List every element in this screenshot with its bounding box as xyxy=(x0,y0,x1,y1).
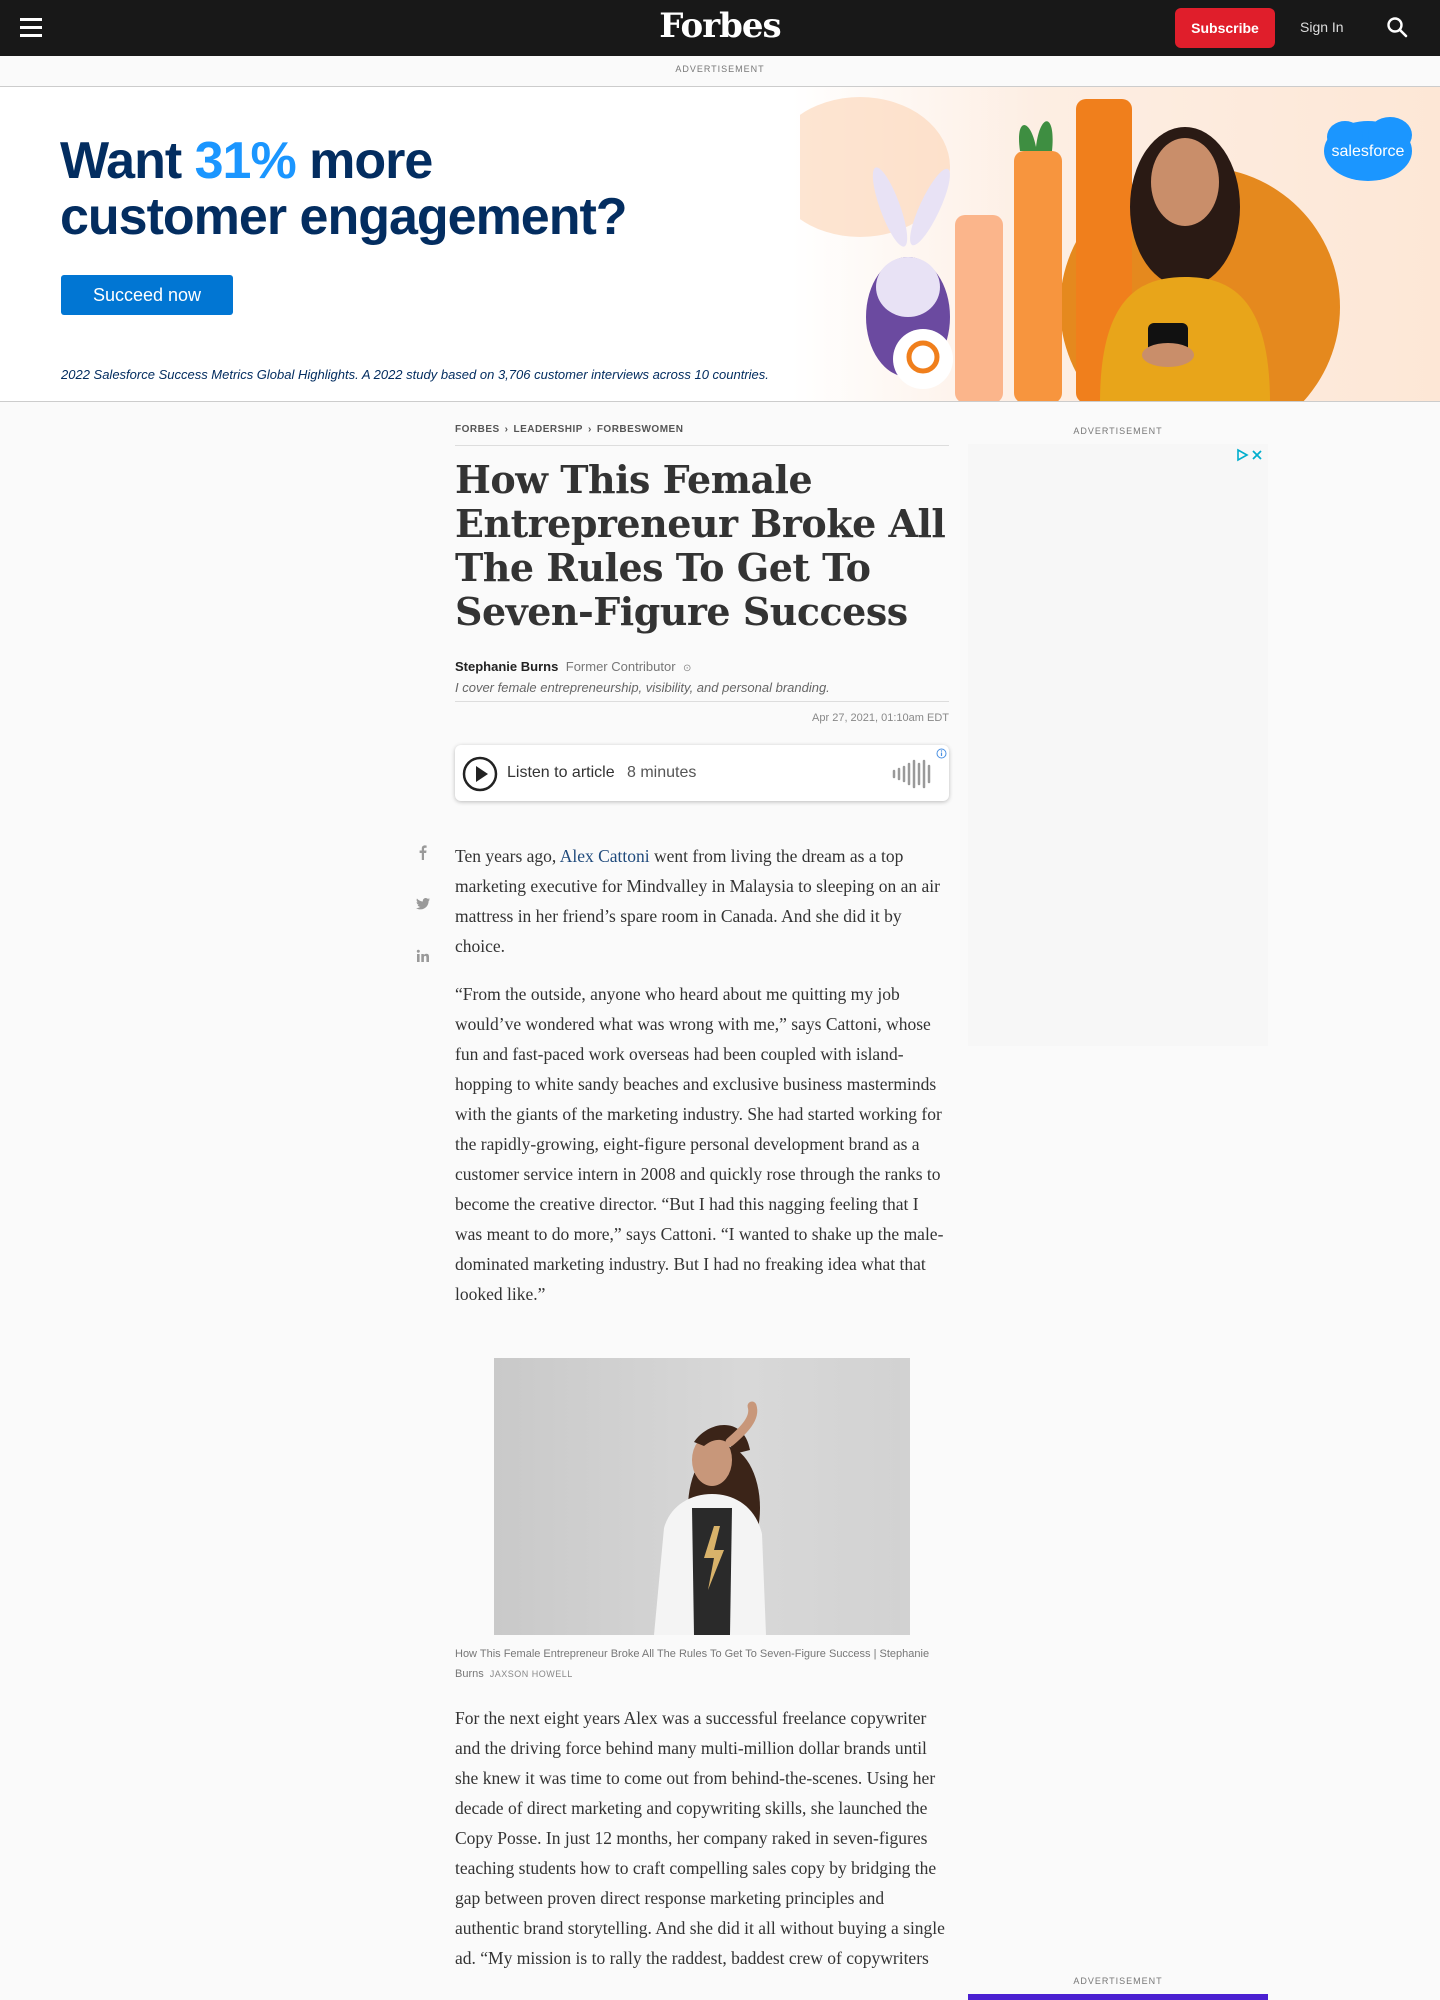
info-icon[interactable] xyxy=(936,748,947,759)
alex-cattoni-link[interactable]: Alex Cattoni xyxy=(560,846,650,866)
search-icon[interactable] xyxy=(1386,16,1408,38)
photo-caption: How This Female Entrepreneur Broke All T… xyxy=(455,1648,930,1680)
linkedin-icon[interactable] xyxy=(416,948,430,964)
article-paragraph: “From the outside, anyone who heard abou… xyxy=(455,984,944,1304)
listen-duration: 8 minutes xyxy=(627,764,697,781)
top-nav: Forbes Subscribe Sign In xyxy=(0,0,1440,56)
adchoices-icon[interactable] xyxy=(1236,448,1264,462)
breadcrumb-forbes[interactable]: FORBES xyxy=(455,424,500,435)
article-paragraph: Ten years ago, Alex Cattoni went from li… xyxy=(455,846,940,956)
banner-headline: Want 31% more customer engagement? xyxy=(60,132,628,246)
author-block: Stephanie Burns Former Contributor ⊙ I c… xyxy=(455,658,949,702)
author-bio: I cover female entrepreneurship, visibil… xyxy=(455,680,949,702)
photo-credit: JAXSON HOWELL xyxy=(489,1669,573,1679)
banner-ad[interactable]: Want 31% more customer engagement? Succe… xyxy=(0,86,1440,402)
author-name[interactable]: Stephanie Burns xyxy=(455,659,558,674)
subscribe-button[interactable]: Subscribe xyxy=(1175,8,1275,48)
twitter-icon[interactable] xyxy=(416,896,430,912)
publish-date: Apr 27, 2021, 01:10am EDT xyxy=(812,712,949,724)
succeed-now-button[interactable]: Succeed now xyxy=(61,275,233,315)
chevron-right-icon: › xyxy=(504,424,509,435)
author-role: Former Contributor xyxy=(565,659,676,674)
article-title: How This Female Entrepreneur Broke All T… xyxy=(455,457,946,634)
play-icon[interactable] xyxy=(461,755,499,793)
info-icon[interactable]: ⊙ xyxy=(683,663,691,674)
breadcrumb: FORBES › LEADERSHIP › FORBESWOMEN xyxy=(455,424,949,446)
breadcrumb-leadership[interactable]: LEADERSHIP xyxy=(514,424,583,435)
advertisement-label: ADVERTISEMENT xyxy=(675,64,765,74)
article-paragraph: For the next eight years Alex was a succ… xyxy=(455,1708,945,1968)
facebook-icon[interactable] xyxy=(416,844,430,860)
chevron-right-icon: › xyxy=(587,424,592,435)
breadcrumb-forbeswomen[interactable]: FORBESWOMEN xyxy=(597,424,684,435)
listen-label: Listen to article xyxy=(507,764,615,781)
banner-footnote: 2022 Salesforce Success Metrics Global H… xyxy=(61,367,769,382)
sidebar-ad-2[interactable] xyxy=(968,1994,1268,2000)
sidebar-ad[interactable] xyxy=(968,444,1268,1046)
waveform-icon xyxy=(892,759,931,789)
listen-to-article-player[interactable]: Listen to article 8 minutes xyxy=(455,745,949,801)
advertisement-label: ADVERTISEMENT xyxy=(1073,1976,1163,1986)
advertisement-label: ADVERTISEMENT xyxy=(1073,426,1163,436)
banner-illustration: salesforce xyxy=(800,97,1412,401)
sign-in-link[interactable]: Sign In xyxy=(1300,19,1344,35)
article-photo xyxy=(494,1358,910,1635)
salesforce-logo: salesforce xyxy=(1332,143,1405,160)
